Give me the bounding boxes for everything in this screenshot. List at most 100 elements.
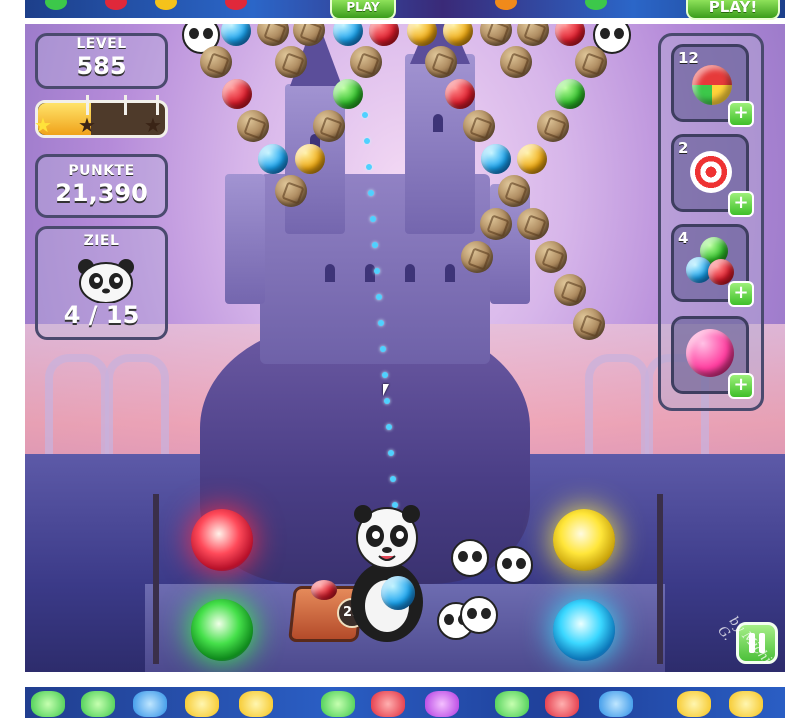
striped-ball-icon [692,65,732,105]
ad-gem-icon [31,691,65,717]
pink-bomb-bubble-icon [686,329,734,377]
add-booster-button[interactable]: + [728,281,754,307]
ad-gem-icon [599,691,633,717]
ad-gem-icon [239,691,273,717]
leaf-lantern-icon [191,599,253,661]
ad-gem-icon [321,691,355,717]
level-panel: LEVEL 585 [35,33,168,89]
rock-bubble [498,175,530,207]
star-empty-icon: ★ [144,113,162,137]
castle-window [325,264,335,282]
rock-bubble [257,24,289,46]
booster-target[interactable]: 2 + [671,134,754,217]
rock-bubble [200,46,232,78]
castle-window [433,114,443,132]
bottom-ad-banner[interactable] [25,687,785,718]
star-threshold-tick [156,95,159,115]
next-bubble-red [311,580,337,600]
rock-bubble [275,175,307,207]
rock-bubble [500,46,532,78]
goal-value: 4 / 15 [63,301,140,329]
booster-count: 2 [678,139,689,157]
ad-gem-icon [185,691,219,717]
rock-bubble [463,110,495,142]
current-bubble-blue [381,576,415,610]
goal-label: ZIEL [83,233,120,249]
bubble-blue [258,144,288,174]
castle-tower [225,174,265,304]
bubble-red [445,79,475,109]
star-empty-icon: ★ [78,113,96,137]
light-lantern-icon [553,509,615,571]
bubble-red [222,79,252,109]
booster-count: 4 [678,229,689,247]
rock-bubble [573,308,605,340]
lamp-post [657,494,663,664]
score-label: PUNKTE [68,163,135,179]
rock-bubble [425,46,457,78]
ad-gem-icon [495,691,529,717]
star-filled-icon: ★ [34,113,52,137]
rock-bubble [480,24,512,46]
ad-gem-icon [105,0,127,10]
ad-gem-icon [425,691,459,717]
top-ad-banner[interactable] [25,0,785,18]
ad-gem-icon [133,691,167,717]
booster-multicolor[interactable]: 4 + [671,224,754,307]
booster-striped-ball[interactable]: 12 + [671,44,754,127]
castle-window [445,264,455,282]
score-panel: PUNKTE 21,390 [35,154,168,218]
star-threshold-tick [124,95,127,115]
rescued-panda [460,596,498,634]
level-value: 585 [76,52,127,80]
ad-gem-icon [585,0,607,10]
ad-gem-icon [225,0,247,10]
bubble-red [369,24,399,46]
bubble-blue [481,144,511,174]
water-lantern-icon [553,599,615,661]
target-dart-icon [690,151,732,193]
bubble-green [333,79,363,109]
rock-bubble [480,208,512,240]
rescued-panda [495,546,533,584]
game-board[interactable]: 23 by Michi G. LEVEL 585 ★ ★ ★ PUNKTE 21… [25,24,785,672]
rock-bubble [350,46,382,78]
ad-gem-icon [495,0,517,10]
level-label: LEVEL [76,36,127,52]
bubble-gold [295,144,325,174]
ad-gem-icon [677,691,711,717]
add-booster-button[interactable]: + [728,101,754,127]
ad-gem-icon [45,0,67,10]
mouse-cursor-icon [383,384,389,396]
bubble-gold [517,144,547,174]
ad-play-now-button[interactable]: PLAY! [686,0,780,20]
lamp-post [153,494,159,664]
booster-bomb[interactable]: + [671,316,754,399]
add-booster-button[interactable]: + [728,191,754,217]
star-threshold-tick [86,95,89,115]
goal-panel: ZIEL 4 / 15 [35,226,168,340]
rock-bubble [517,24,549,46]
booster-panel: 12 + 2 + 4 + + [658,33,764,411]
score-value: 21,390 [55,179,148,207]
rock-bubble [461,241,493,273]
rock-bubble [535,241,567,273]
rock-bubble [237,110,269,142]
rock-bubble [575,46,607,78]
bubble-blue [221,24,251,46]
ad-gem-icon [545,691,579,717]
star-progress-bar: ★ ★ ★ [34,95,168,138]
panda-goal-icon [78,259,134,303]
bubble-red [555,24,585,46]
rock-bubble [554,274,586,306]
rock-bubble [517,208,549,240]
ad-gem-icon [81,691,115,717]
ad-gem-icon [371,691,405,717]
rock-bubble [275,46,307,78]
ad-gem-icon [729,691,763,717]
add-booster-button[interactable]: + [728,373,754,399]
ad-play-button[interactable]: PLAY [330,0,396,20]
bubble-green [555,79,585,109]
panda-shooter[interactable] [347,502,427,642]
fire-lantern-icon [191,509,253,571]
